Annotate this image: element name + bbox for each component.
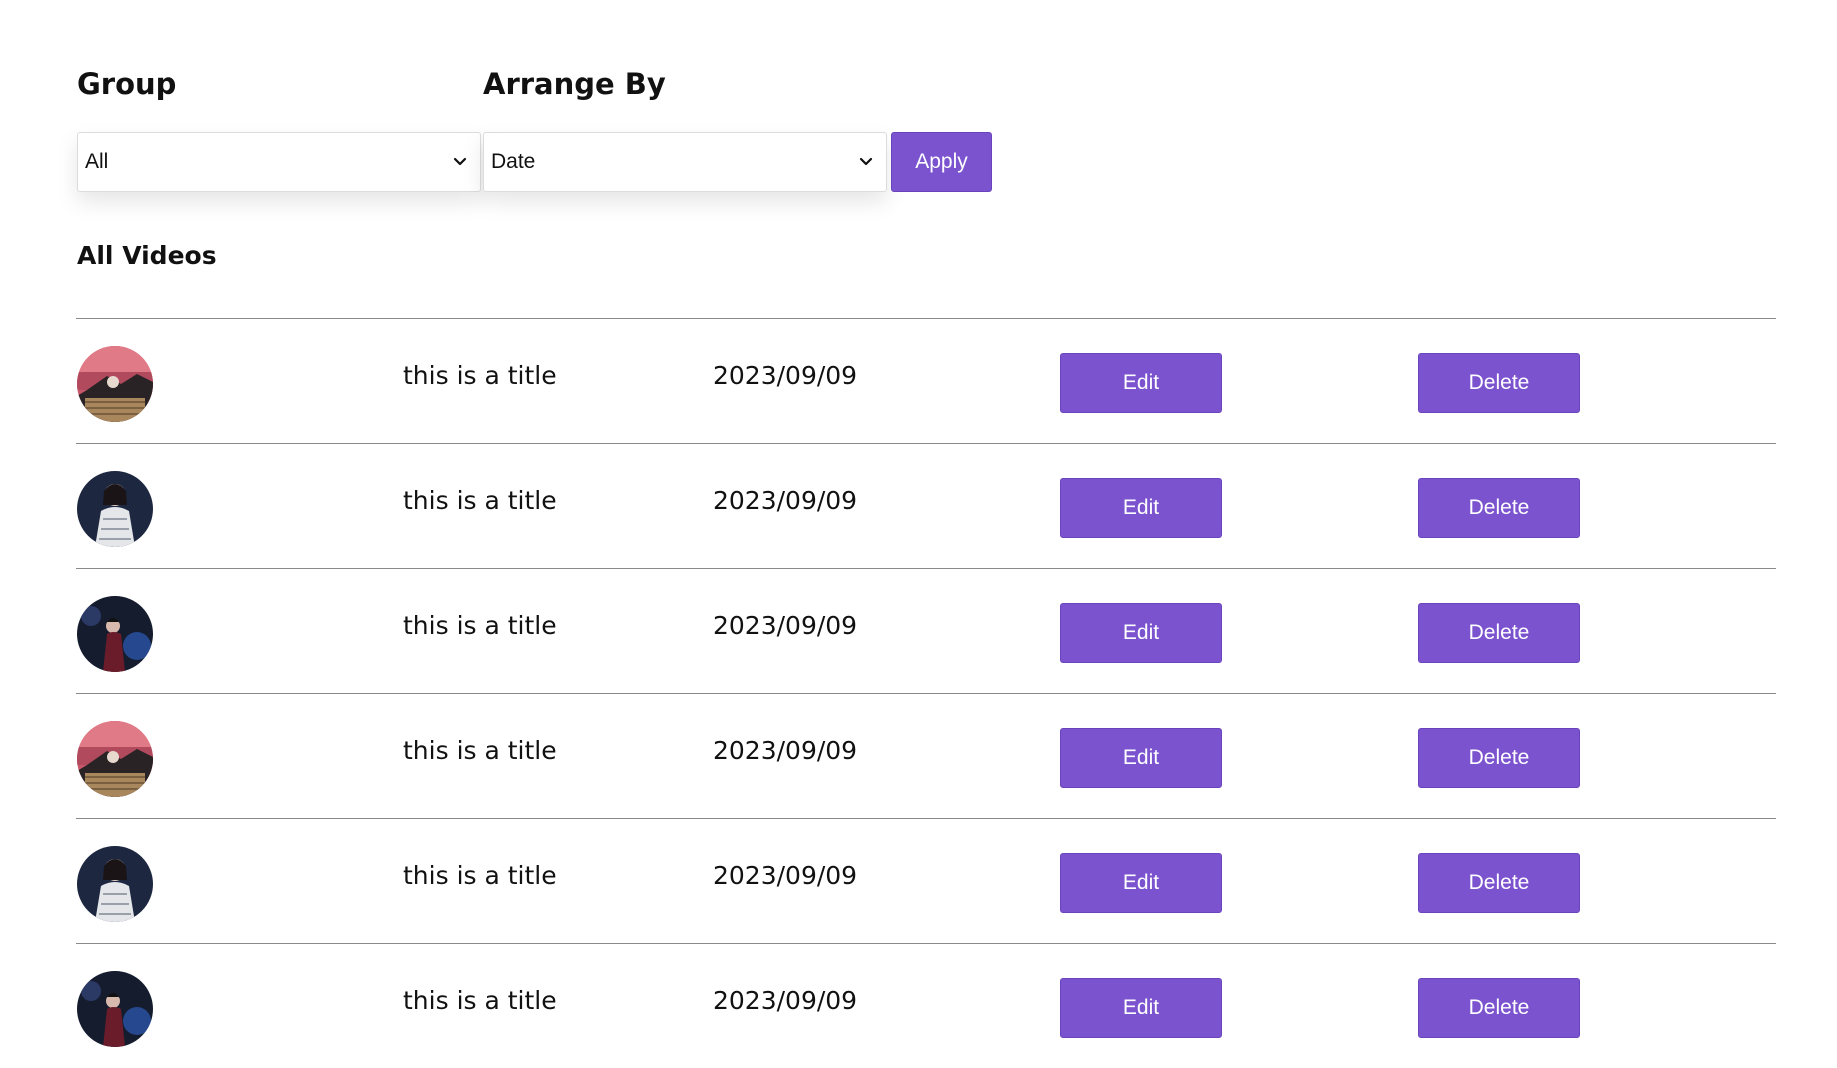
group-select[interactable]: All (77, 132, 481, 192)
delete-button[interactable]: Delete (1418, 728, 1580, 788)
delete-button[interactable]: Delete (1418, 603, 1580, 663)
video-title: this is a title (403, 361, 557, 390)
video-date: 2023/09/09 (713, 486, 858, 515)
table-row: this is a title 2023/09/09 Edit Delete (76, 319, 1776, 444)
video-thumbnail (77, 721, 153, 797)
table-row: this is a title 2023/09/09 Edit Delete (76, 819, 1776, 944)
video-thumbnail (77, 596, 153, 672)
video-date: 2023/09/09 (713, 611, 858, 640)
video-list: this is a title 2023/09/09 Edit Delete this … (76, 318, 1776, 1068)
table-row: this is a title 2023/09/09 Edit Delete (76, 694, 1776, 819)
arrange-filter: Arrange By Date (483, 64, 889, 192)
edit-button[interactable]: Edit (1060, 603, 1222, 663)
video-date: 2023/09/09 (713, 361, 858, 390)
filter-bar: Group All Arrange By Date Apply (77, 64, 992, 192)
table-row: this is a title 2023/09/09 Edit Delete (76, 444, 1776, 569)
delete-button[interactable]: Delete (1418, 353, 1580, 413)
chevron-down-icon (856, 152, 876, 172)
section-title: All Videos (77, 241, 217, 270)
video-title: this is a title (403, 486, 557, 515)
table-row: this is a title 2023/09/09 Edit Delete (76, 569, 1776, 694)
chevron-down-icon (450, 152, 470, 172)
video-title: this is a title (403, 986, 557, 1015)
video-thumbnail (77, 471, 153, 547)
video-title: this is a title (403, 861, 557, 890)
apply-wrap: Apply (889, 64, 992, 192)
arrange-select[interactable]: Date (483, 132, 887, 192)
video-thumbnail (77, 846, 153, 922)
edit-button[interactable]: Edit (1060, 728, 1222, 788)
video-date: 2023/09/09 (713, 986, 858, 1015)
group-filter: Group All (77, 64, 483, 192)
video-title: this is a title (403, 736, 557, 765)
edit-button[interactable]: Edit (1060, 478, 1222, 538)
video-thumbnail (77, 346, 153, 422)
delete-button[interactable]: Delete (1418, 853, 1580, 913)
delete-button[interactable]: Delete (1418, 978, 1580, 1038)
video-date: 2023/09/09 (713, 861, 858, 890)
edit-button[interactable]: Edit (1060, 978, 1222, 1038)
group-label: Group (77, 67, 177, 101)
delete-button[interactable]: Delete (1418, 478, 1580, 538)
apply-button[interactable]: Apply (891, 132, 992, 192)
edit-button[interactable]: Edit (1060, 853, 1222, 913)
edit-button[interactable]: Edit (1060, 353, 1222, 413)
video-thumbnail (77, 971, 153, 1047)
video-title: this is a title (403, 611, 557, 640)
video-date: 2023/09/09 (713, 736, 858, 765)
group-select-value: All (85, 150, 109, 173)
table-row: this is a title 2023/09/09 Edit Delete (76, 944, 1776, 1068)
arrange-select-value: Date (491, 150, 536, 173)
page: Group All Arrange By Date Apply All Vide… (0, 0, 1837, 1068)
arrange-label: Arrange By (483, 67, 666, 101)
